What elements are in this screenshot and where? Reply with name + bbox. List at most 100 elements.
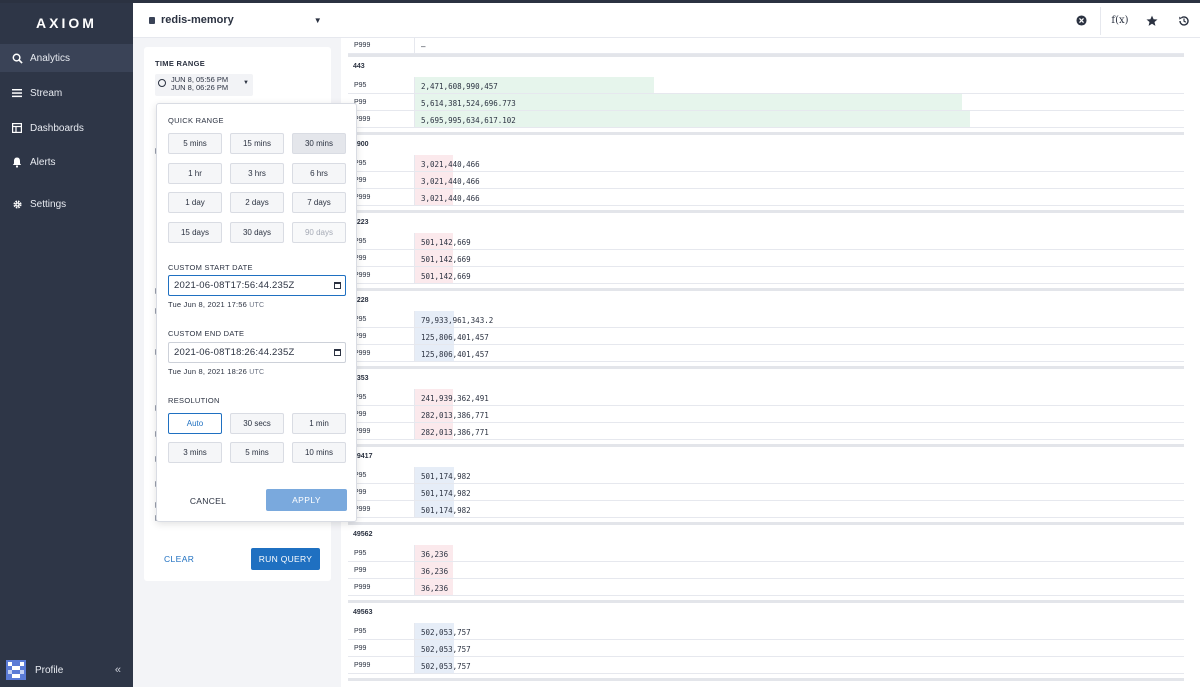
value-cell: 502,053,757 bbox=[414, 623, 969, 639]
clear-button[interactable]: CLEAR bbox=[164, 554, 194, 564]
sidebar-item-stream[interactable]: Stream bbox=[0, 78, 133, 108]
value-cell: 125,806,401,457 bbox=[414, 345, 969, 361]
quick-range-option[interactable]: 7 days bbox=[292, 192, 346, 213]
calendar-icon[interactable] bbox=[334, 349, 341, 356]
bell-icon bbox=[11, 156, 23, 168]
resolution-option[interactable]: 30 secs bbox=[230, 413, 284, 434]
quick-range-option[interactable]: 5 mins bbox=[168, 133, 222, 154]
sidebar-item-dashboards[interactable]: Dashboards bbox=[0, 113, 133, 143]
star-button[interactable] bbox=[1136, 3, 1168, 38]
row-value: 282,013,386,771 bbox=[421, 411, 489, 420]
group-header: 443 bbox=[353, 63, 365, 70]
group-divider bbox=[348, 600, 1184, 603]
table-row: P999 5,695,995,634,617.102 bbox=[348, 111, 1184, 128]
group-divider bbox=[348, 54, 1184, 57]
table-row: P99 36,236 bbox=[348, 562, 1184, 579]
profile-link[interactable]: Profile « bbox=[0, 653, 133, 687]
row-key: P999 bbox=[354, 662, 371, 669]
time-range-to: JUN 8, 06:26 PM bbox=[171, 83, 229, 92]
custom-end-input[interactable]: 2021-06-08T18:26:44.235Z bbox=[168, 342, 346, 363]
table-row: P95 241,939,362,491 bbox=[348, 389, 1184, 406]
resolution-option[interactable]: Auto bbox=[168, 413, 222, 434]
table-row: P95 502,053,757 bbox=[348, 623, 1184, 640]
table-row: P95 79,933,961,343.2 bbox=[348, 311, 1184, 328]
function-button[interactable]: f(x) bbox=[1104, 3, 1136, 38]
sidebar-item-label: Settings bbox=[30, 198, 67, 210]
sidebar-item-analytics[interactable]: Analytics bbox=[0, 44, 133, 72]
quick-range-option: 90 days bbox=[292, 221, 346, 243]
quick-range-option[interactable]: 30 mins bbox=[292, 133, 346, 154]
row-value: 125,806,401,457 bbox=[421, 350, 489, 359]
list-icon bbox=[11, 87, 23, 99]
quick-range-option[interactable]: 1 day bbox=[168, 192, 222, 213]
table-row: P999 501,142,669 bbox=[348, 267, 1184, 284]
table-row: P99 502,053,757 bbox=[348, 640, 1184, 657]
dataset-selector[interactable]: redis-memory ▼ bbox=[149, 14, 322, 26]
table-row: P999 125,806,401,457 bbox=[348, 345, 1184, 362]
quick-range-option[interactable]: 30 days bbox=[230, 221, 284, 243]
resolution-option[interactable]: 10 mins bbox=[292, 442, 346, 463]
group-divider bbox=[348, 132, 1184, 135]
quick-range-option[interactable]: 15 mins bbox=[230, 133, 284, 154]
run-query-button[interactable]: RUN QUERY bbox=[251, 548, 320, 570]
sidebar-item-label: Analytics bbox=[30, 52, 71, 64]
gear-icon bbox=[11, 198, 23, 210]
table-row: P999 282,013,386,771 bbox=[348, 423, 1184, 440]
sidebar-item-settings[interactable]: Settings bbox=[0, 189, 133, 219]
resolution-label: RESOLUTION bbox=[168, 396, 220, 405]
sidebar-item-alerts[interactable]: Alerts bbox=[0, 147, 133, 177]
row-value: 36,236 bbox=[421, 567, 449, 576]
time-range-button[interactable]: JUN 8, 05:56 PM JUN 8, 06:26 PM ▼ bbox=[155, 74, 253, 96]
custom-start-hint: Tue Jun 8, 2021 17:56 UTC bbox=[168, 300, 265, 309]
table-row: P95 501,142,669 bbox=[348, 233, 1184, 250]
profile-label: Profile bbox=[35, 664, 64, 676]
results-table: P999–443 P95 2,471,608,990,457 P99 5,614,381… bbox=[341, 38, 1200, 687]
resolution-option[interactable]: 5 mins bbox=[230, 442, 284, 463]
dataset-name: redis-memory bbox=[161, 14, 234, 26]
chevron-down-icon: ▼ bbox=[313, 15, 322, 25]
top-border bbox=[0, 0, 1200, 3]
quick-range-option[interactable]: 6 hrs bbox=[292, 162, 346, 184]
quick-range-option[interactable]: 15 days bbox=[168, 221, 222, 243]
row-value: 36,236 bbox=[421, 550, 449, 559]
quick-range-option[interactable]: 2 days bbox=[230, 192, 284, 213]
value-cell: 5,695,995,634,617.102 bbox=[414, 111, 970, 127]
apply-button[interactable]: APPLY bbox=[266, 489, 347, 511]
row-value: 5,614,381,524,696.773 bbox=[421, 99, 516, 108]
function-icon: f(x) bbox=[1111, 15, 1129, 26]
history-button[interactable] bbox=[1168, 3, 1200, 38]
value-cell: 501,174,982 bbox=[414, 484, 969, 500]
value-cell: 3,021,440,466 bbox=[414, 172, 969, 188]
calendar-icon[interactable] bbox=[334, 282, 341, 289]
row-value: 79,933,961,343.2 bbox=[421, 316, 494, 325]
value-cell: 502,053,757 bbox=[414, 657, 969, 673]
caret-down-icon: ▼ bbox=[243, 80, 249, 86]
row-value: 501,142,669 bbox=[421, 238, 471, 247]
custom-start-value: 2021-06-08T17:56:44.235Z bbox=[174, 280, 295, 291]
quick-range-option[interactable]: 3 hrs bbox=[230, 162, 284, 184]
table-row: P999 3,021,440,466 bbox=[348, 189, 1184, 206]
quick-range-label: QUICK RANGE bbox=[168, 116, 224, 125]
custom-start-input[interactable]: 2021-06-08T17:56:44.235Z bbox=[168, 275, 346, 296]
axiom-logo[interactable]: AXIOM bbox=[0, 3, 133, 43]
clear-query-button[interactable] bbox=[1065, 3, 1097, 38]
value-cell: 3,021,440,466 bbox=[414, 189, 969, 205]
value-cell: 36,236 bbox=[414, 579, 969, 595]
row-value: 2,471,608,990,457 bbox=[421, 82, 498, 91]
divider bbox=[1100, 6, 1101, 35]
quick-range-option[interactable]: 1 hr bbox=[168, 162, 222, 184]
table-row: P99 3,021,440,466 bbox=[348, 172, 1184, 189]
value-cell: 282,013,386,771 bbox=[414, 406, 969, 422]
resolution-option[interactable]: 3 mins bbox=[168, 442, 222, 463]
resolution-option[interactable]: 1 min bbox=[292, 413, 346, 434]
table-row: P999 – bbox=[348, 38, 1184, 54]
collapse-sidebar-icon[interactable]: « bbox=[115, 664, 121, 676]
value-cell: – bbox=[414, 38, 969, 53]
cancel-button[interactable]: CANCEL bbox=[177, 494, 239, 508]
value-cell: 502,053,757 bbox=[414, 640, 969, 656]
time-range-label: TIME RANGE bbox=[155, 59, 206, 68]
value-cell: 501,174,982 bbox=[414, 501, 969, 517]
row-value: 3,021,440,466 bbox=[421, 194, 480, 203]
group-divider bbox=[348, 522, 1184, 525]
row-value: 501,174,982 bbox=[421, 506, 471, 515]
